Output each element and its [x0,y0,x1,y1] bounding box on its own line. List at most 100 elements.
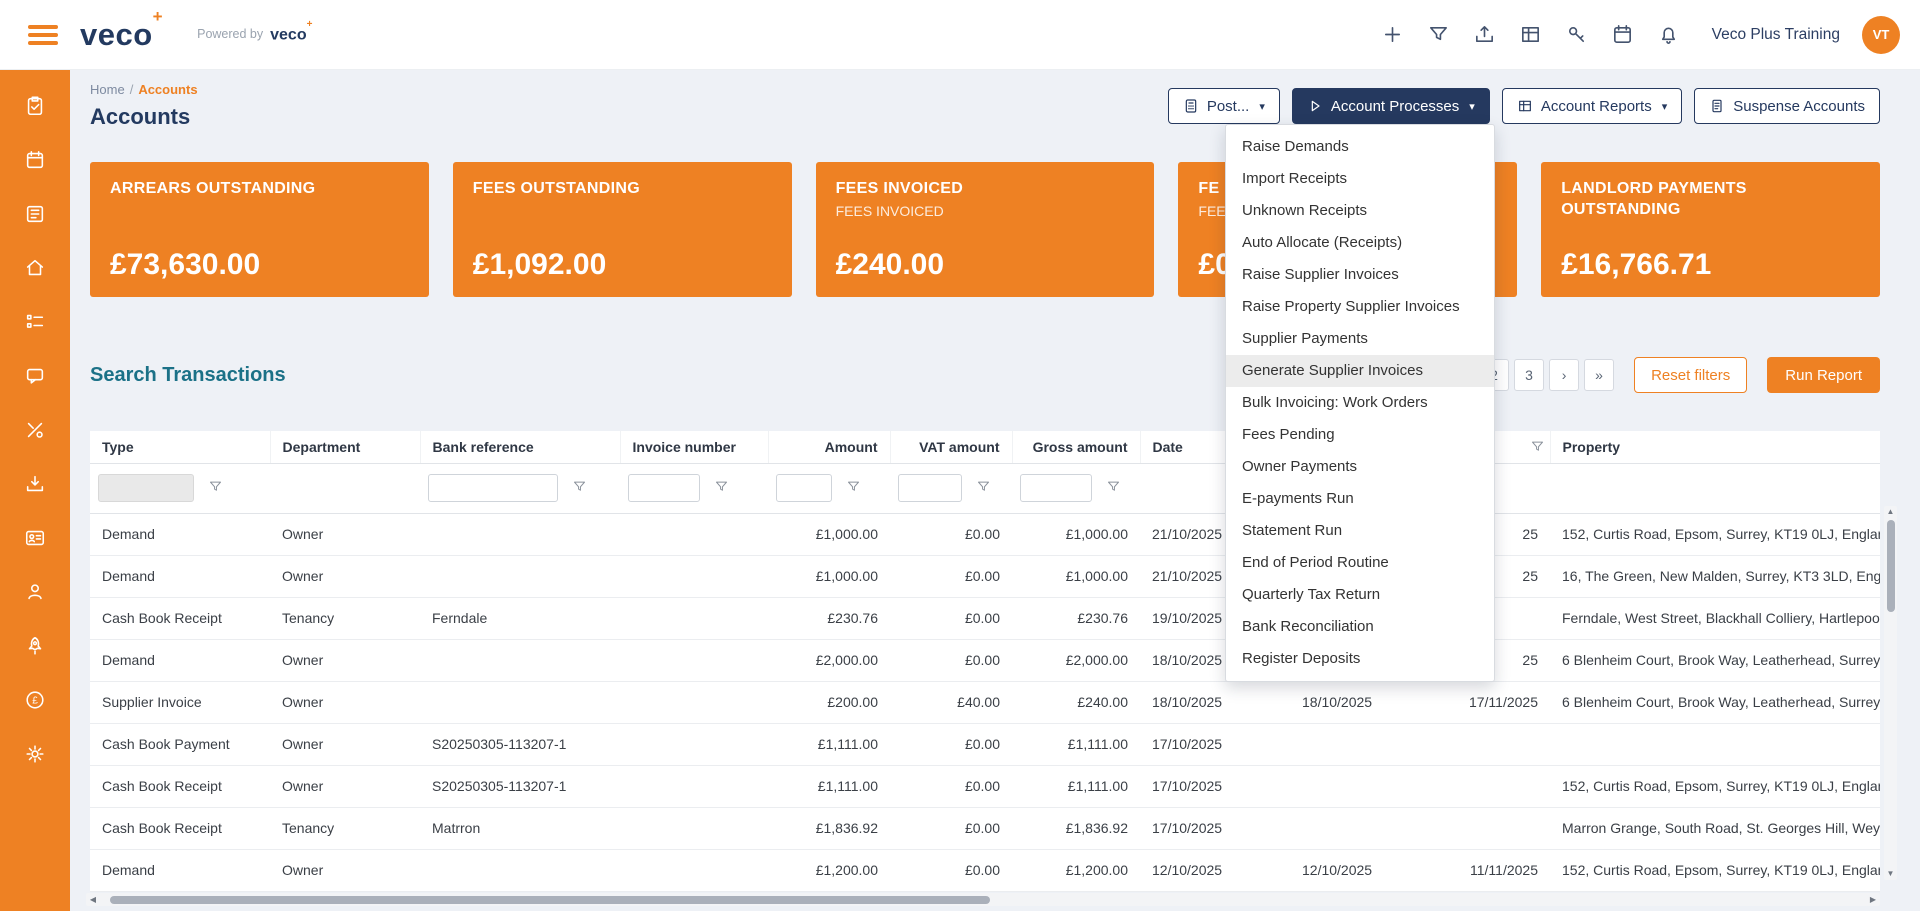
calendar-icon [26,150,44,168]
scroll-left-arrow[interactable]: ◀ [86,893,100,906]
dropdown-item[interactable]: Quarterly Tax Return [1226,579,1494,611]
dropdown-item[interactable]: Raise Demands [1226,131,1494,163]
sidebar-accounts-button[interactable]: £ [18,686,52,713]
vat-amount-filter-funnel-button[interactable] [974,477,993,499]
cell-gross-amount: £230.76 [1012,597,1140,640]
filter-button[interactable] [1420,16,1458,54]
dropdown-item[interactable]: Raise Supplier Invoices [1226,259,1494,291]
settings-icon [26,744,44,763]
table-row[interactable]: Supplier Invoice Owner £200.00 £40.00 £2… [90,681,1880,724]
add-button[interactable] [1374,16,1412,54]
cell-amount: £1,111.00 [768,765,890,808]
vertical-scroll-thumb[interactable] [1886,520,1895,612]
dropdown-item[interactable]: Supplier Payments [1226,323,1494,355]
bank-reference-filter-funnel-button[interactable] [570,477,589,499]
export-button[interactable] [1466,16,1504,54]
invoice-number-filter-input[interactable] [628,474,700,502]
sidebar-tasks-button[interactable] [18,92,52,119]
vertical-scrollbar[interactable]: ▲ ▼ [1884,506,1897,880]
filter-indicator-icon[interactable] [1530,439,1545,457]
dropdown-item[interactable]: E-payments Run [1226,483,1494,515]
column-header-bank-reference[interactable]: Bank reference [420,431,621,464]
cell-property [1550,723,1880,766]
type-filter-input[interactable] [98,474,194,502]
scroll-right-arrow[interactable]: ▶ [1866,893,1880,906]
dropdown-item[interactable]: Bulk Invoicing: Work Orders [1226,387,1494,419]
column-header-type[interactable]: Type [90,431,271,464]
cell-amount: £1,200.00 [768,849,890,892]
next-page-button[interactable]: › [1549,359,1580,391]
scroll-up-arrow[interactable]: ▲ [1884,506,1897,518]
notifications-button[interactable] [1650,16,1688,54]
table-row[interactable]: Demand Owner £1,200.00 £0.00 £1,200.00 1… [90,849,1880,892]
table-row[interactable]: Cash Book Receipt Tenancy Ferndale £230.… [90,597,1880,640]
funnel-icon [715,481,727,491]
dropdown-item[interactable]: Raise Property Supplier Invoices [1226,291,1494,323]
dropdown-item[interactable]: Auto Allocate (Receipts) [1226,227,1494,259]
sidebar-chat-button[interactable] [18,362,52,389]
horizontal-scrollbar[interactable]: ◀ ▶ [86,893,1880,906]
bank-reference-filter-input[interactable] [428,474,558,502]
sidebar-calendar-button[interactable] [18,146,52,173]
account-reports-button[interactable]: Account Reports ▾ [1501,88,1683,124]
cell-bank-reference: Matrron [420,807,620,850]
sidebar-tools-button[interactable] [18,416,52,443]
calendar-button[interactable] [1604,16,1642,54]
dropdown-item[interactable]: Fees Pending [1226,419,1494,451]
dropdown-item[interactable]: Statement Run [1226,515,1494,547]
sidebar-rocket-button[interactable] [18,632,52,659]
avatar[interactable]: VT [1862,15,1900,54]
invoice-number-filter-funnel-button[interactable] [712,477,731,499]
funnel-icon [847,481,859,491]
reset-filters-button[interactable]: Reset filters [1634,357,1748,393]
column-header-gross-amount[interactable]: Gross amount [1012,431,1141,464]
dropdown-item[interactable]: Generate Supplier Invoices [1226,355,1494,387]
run-report-button[interactable]: Run Report [1767,357,1880,393]
sidebar-people-button[interactable] [18,578,52,605]
table-row[interactable]: Demand Owner £2,000.00 £0.00 £2,000.00 1… [90,639,1880,682]
post-button[interactable]: Post... ▾ [1167,88,1280,124]
table-row[interactable]: Cash Book Payment Owner S20250305-113207… [90,723,1880,766]
column-header-property[interactable]: Property [1550,431,1880,464]
vat-amount-filter-input[interactable] [898,474,962,502]
sidebar-checklist-button[interactable] [18,308,52,335]
cell-department: Tenancy [270,807,420,850]
sidebar-home-button[interactable] [18,254,52,281]
sidebar-download-button[interactable] [18,470,52,497]
table-row[interactable]: Cash Book Receipt Tenancy Matrron £1,836… [90,807,1880,850]
page-button[interactable]: 3 [1514,359,1545,391]
dropdown-item[interactable]: Unknown Receipts [1226,195,1494,227]
sidebar-contacts-button[interactable] [18,524,52,551]
table-row[interactable]: Demand Owner £1,000.00 £0.00 £1,000.00 2… [90,513,1880,556]
horizontal-scroll-thumb[interactable] [110,895,990,904]
dropdown-item[interactable]: Owner Payments [1226,451,1494,483]
table-row[interactable]: Demand Owner £1,000.00 £0.00 £1,000.00 2… [90,555,1880,598]
sidebar-ledger-button[interactable] [18,200,52,227]
cell-type: Demand [90,555,270,598]
gross-amount-filter-funnel-button[interactable] [1104,477,1123,499]
dropdown-item[interactable]: Import Receipts [1226,163,1494,195]
dropdown-item[interactable]: Bank Reconciliation [1226,611,1494,643]
sidebar-settings-button[interactable] [18,740,52,767]
column-header-vat-amount[interactable]: VAT amount [890,431,1013,464]
account-processes-button[interactable]: Account Processes ▾ [1291,88,1490,124]
menu-toggle-button[interactable] [28,23,58,47]
kpi-value: £16,766.71 [1561,248,1712,281]
breadcrumb-home[interactable]: Home [90,82,125,97]
table-view-button[interactable] [1512,16,1550,54]
dropdown-item[interactable]: End of Period Routine [1226,547,1494,579]
gross-amount-filter-input[interactable] [1020,474,1092,502]
table-row[interactable]: Cash Book Receipt Owner S20250305-113207… [90,765,1880,808]
column-header-department[interactable]: Department [270,431,421,464]
table-icon [1522,26,1540,43]
column-header-invoice-number[interactable]: Invoice number [620,431,769,464]
last-page-button[interactable]: » [1584,359,1615,391]
scroll-down-arrow[interactable]: ▼ [1884,868,1897,880]
key-button[interactable] [1558,16,1596,54]
dropdown-item[interactable]: Register Deposits [1226,643,1494,675]
amount-filter-funnel-button[interactable] [844,477,863,499]
suspense-accounts-button[interactable]: Suspense Accounts [1694,88,1880,124]
amount-filter-input[interactable] [776,474,832,502]
type-filter-funnel-button[interactable] [206,477,225,499]
column-header-amount[interactable]: Amount [768,431,891,464]
